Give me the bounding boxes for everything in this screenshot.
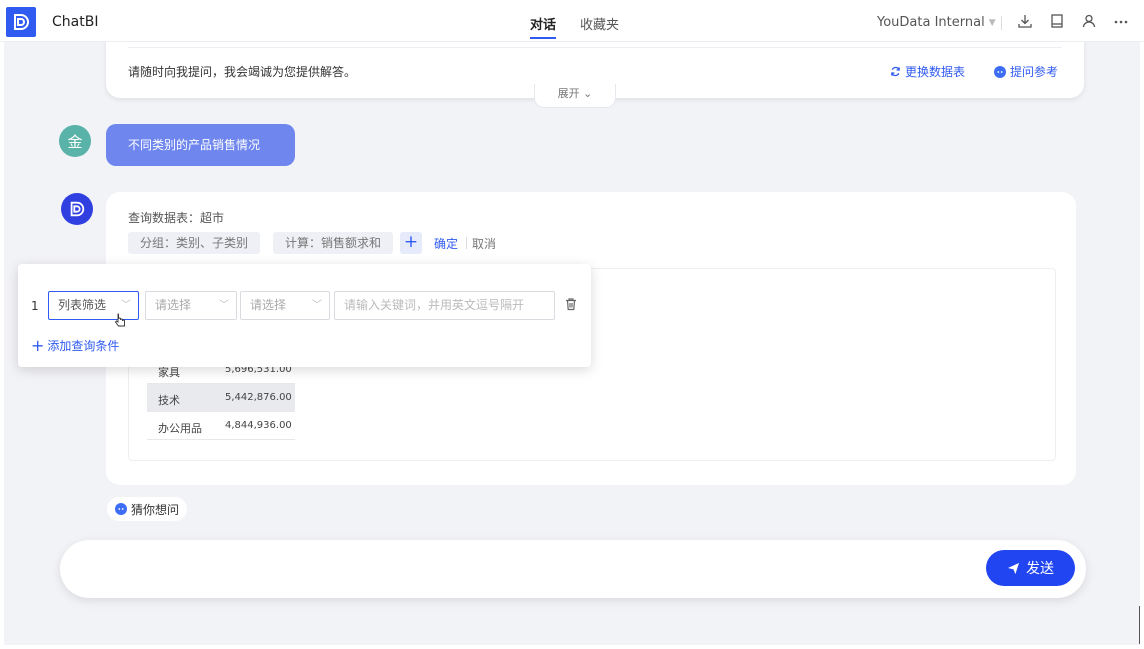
field-type-value: 列表筛选 [58, 298, 107, 312]
value-cell: 4,844,936.00 [225, 420, 292, 431]
expand-label: 展开 [557, 87, 580, 100]
guess-questions-chip[interactable]: 猜你想问 [107, 497, 188, 521]
workspace-selector[interactable]: YouData Internal ▼ [877, 15, 996, 30]
confirm-button[interactable]: 确定 [434, 235, 458, 252]
bookmark-icon[interactable] [1048, 12, 1066, 30]
expand-toggle[interactable]: 展开 ⌄ [534, 84, 616, 108]
send-label: 发送 [1026, 561, 1054, 577]
window-edge [1139, 606, 1140, 644]
chevron-down-icon: ﹀ [312, 300, 322, 311]
field-select[interactable]: 请选择 ﹀ [145, 291, 237, 320]
more-icon[interactable] [1112, 12, 1130, 30]
refresh-icon [891, 66, 900, 77]
switch-table-label: 更换数据表 [905, 65, 966, 79]
calc-chip[interactable]: 计算：销售额求和 [273, 232, 394, 254]
workspace-name: YouData Internal [877, 15, 985, 30]
condition-index: 1 [31, 299, 39, 313]
chevron-down-icon: ﹀ [219, 300, 229, 311]
user-icon[interactable] [1080, 12, 1098, 30]
table-row: 办公用品 4,844,936.00 [147, 412, 295, 440]
category-cell: 办公用品 [158, 422, 202, 435]
chatbi-logo[interactable] [6, 7, 36, 37]
tab-chat[interactable]: 对话 [530, 14, 556, 33]
tab-favorites[interactable]: 收藏夹 [580, 14, 619, 33]
group-chip[interactable]: 分组：类别、子类别 [128, 232, 261, 254]
top-header: ChatBI 对话 收藏夹 YouData Internal ▼ [0, 0, 1144, 42]
field-select-placeholder: 请选择 [155, 298, 192, 312]
operator-select-placeholder: 请选择 [250, 298, 287, 312]
switch-table-link[interactable]: 更换数据表 [890, 63, 965, 80]
cancel-button[interactable]: 取消 [472, 235, 496, 252]
header-divider [1001, 16, 1002, 30]
trash-icon[interactable] [564, 297, 580, 313]
question-reference-label: 提问参考 [1010, 65, 1059, 79]
message-input-bar[interactable]: 发送 [60, 540, 1086, 598]
app-title: ChatBI [52, 14, 99, 30]
send-button[interactable]: 发送 [986, 550, 1075, 586]
category-cell: 技术 [158, 394, 180, 407]
mouse-pointer-icon [114, 313, 128, 329]
plus-icon: + [31, 335, 45, 355]
action-divider [466, 237, 467, 249]
table-row: 技术 5,442,876.00 [147, 384, 295, 412]
logo-icon [14, 14, 29, 30]
intro-text: 请随时向我提问，我会竭诚为您提供解答。 [128, 65, 357, 79]
add-condition-label: 添加查询条件 [47, 339, 120, 353]
chevron-down-icon: ⌄ [583, 87, 593, 100]
add-condition-button[interactable]: + 添加查询条件 [31, 337, 119, 354]
add-filter-button[interactable]: + [400, 232, 422, 254]
tips-icon [115, 503, 127, 515]
value-cell: 5,442,876.00 [225, 392, 292, 403]
keyword-input[interactable]: 请输入关键词，并用英文逗号隔开 [334, 291, 555, 320]
user-avatar: 金 [59, 125, 91, 157]
filter-popover: 1 列表筛选 ﹀ 请选择 ﹀ 请选择 ﹀ 请输入关键词，并用英文逗号隔开 + 添… [18, 264, 591, 367]
intro-divider [128, 47, 1062, 48]
query-table-label: 查询数据表：超市 [128, 211, 225, 225]
bot-avatar [61, 193, 93, 225]
question-reference-link[interactable]: 提问参考 [994, 63, 1058, 80]
user-message-bubble: 不同类别的产品销售情况 [106, 124, 295, 166]
operator-select[interactable]: 请选择 ﹀ [240, 291, 330, 320]
guess-questions-label: 猜你想问 [131, 502, 180, 517]
active-tab-indicator [530, 37, 556, 39]
chevron-down-icon: ▼ [988, 17, 996, 28]
bot-logo-icon [70, 201, 85, 217]
download-icon[interactable] [1016, 12, 1034, 30]
tips-icon [994, 65, 1006, 78]
send-icon [1007, 562, 1020, 574]
